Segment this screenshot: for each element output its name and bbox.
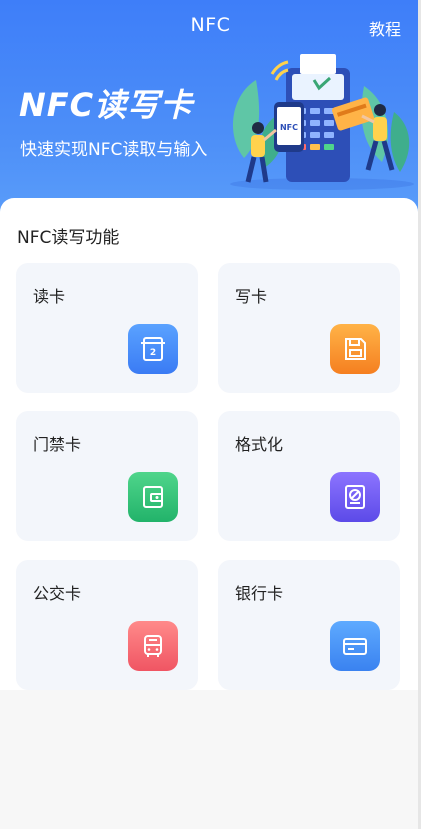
hero-subtitle: 快速实现NFC读取与输入 <box>20 140 208 160</box>
tutorial-link[interactable]: 教程 <box>369 16 401 40</box>
section-title: NFC读写功能 <box>17 228 120 248</box>
nfc-phone-label: NFC <box>280 123 298 132</box>
format-button[interactable]: 格式化 <box>218 411 400 541</box>
read-card-button[interactable]: 读卡 2 <box>16 263 198 393</box>
card-label: 写卡 <box>235 287 268 306</box>
read-card-icon: 2 <box>128 324 178 374</box>
bus-card-icon <box>128 621 178 671</box>
card-label: 银行卡 <box>235 584 284 603</box>
nfc-illustration: NFC <box>230 54 414 190</box>
header-banner: NFC 教程 NFC读写卡 快速实现NFC读取与输入 NFC <box>0 0 421 230</box>
card-label: 门禁卡 <box>33 435 82 454</box>
write-card-icon <box>330 324 380 374</box>
card-label: 格式化 <box>235 435 284 454</box>
access-card-button[interactable]: 门禁卡 <box>16 411 198 541</box>
bus-card-button[interactable]: 公交卡 <box>16 560 198 690</box>
bank-card-icon <box>330 621 380 671</box>
write-card-button[interactable]: 写卡 <box>218 263 400 393</box>
bank-card-button[interactable]: 银行卡 <box>218 560 400 690</box>
access-card-icon <box>128 472 178 522</box>
hero-title: NFC读写卡 <box>19 86 194 124</box>
nav-title: NFC <box>190 14 231 36</box>
format-icon <box>330 472 380 522</box>
svg-text:2: 2 <box>150 348 156 358</box>
functions-panel: NFC读写功能 读卡 2 写卡 门禁卡 格式化 公交卡 银行卡 <box>0 198 418 690</box>
card-label: 读卡 <box>33 287 66 306</box>
card-label: 公交卡 <box>33 584 82 603</box>
